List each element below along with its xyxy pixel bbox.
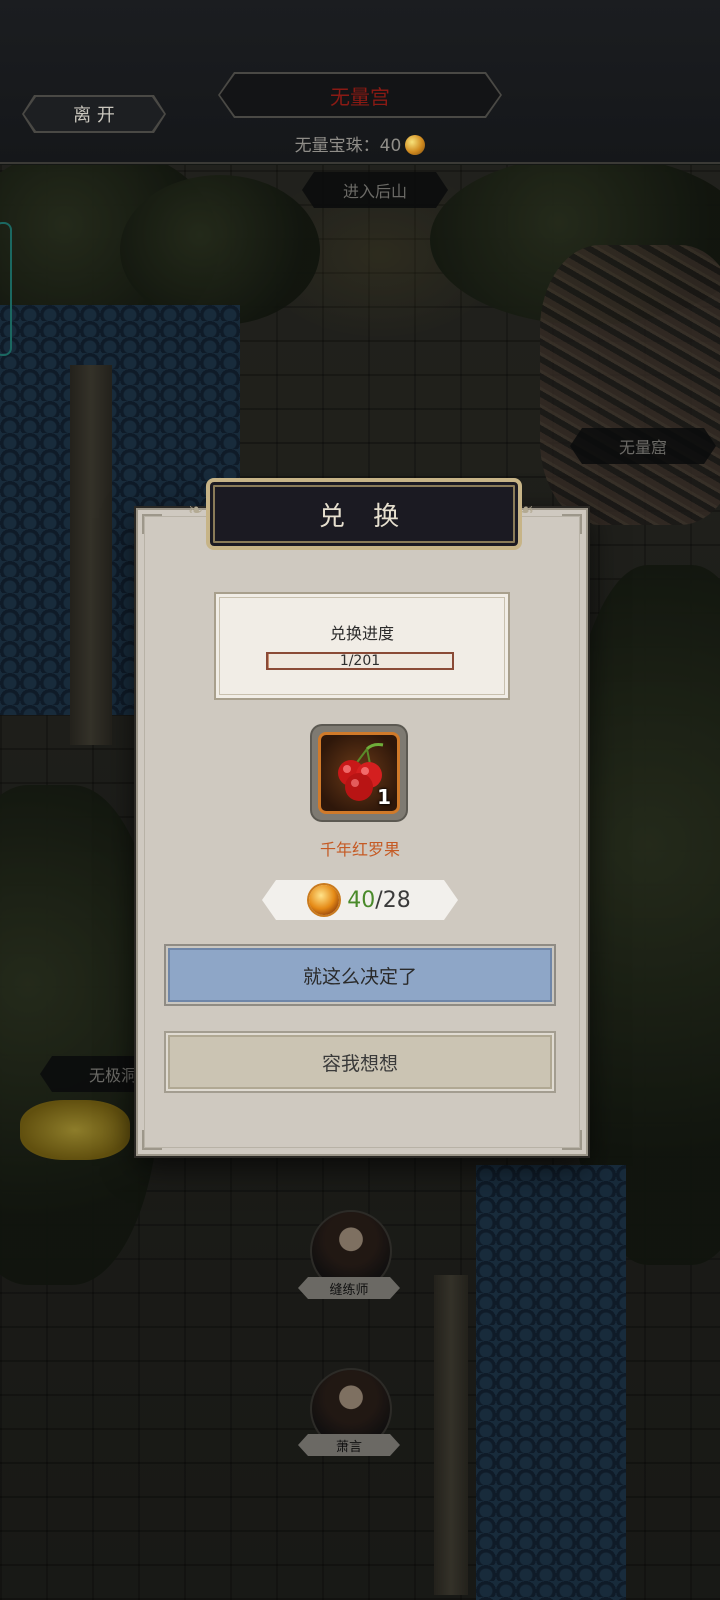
cancel-button[interactable]: 容我想想 <box>166 1033 554 1091</box>
dialog-title: 兑 换 <box>206 478 522 550</box>
progress-text: 1/201 <box>339 653 381 669</box>
item-frame: 1 <box>318 732 400 814</box>
item-name: 千年红罗果 <box>319 840 400 859</box>
leave-button[interactable]: 离 开 <box>24 97 164 131</box>
gold-orb-icon <box>405 135 426 155</box>
cost-owned: 40 <box>347 887 376 913</box>
cancel-button-label: 容我想想 <box>321 1052 398 1075</box>
cost-required: /28 <box>375 887 411 913</box>
currency-value: 40 <box>379 136 402 156</box>
confirm-button[interactable]: 就这么决定了 <box>166 946 554 1004</box>
reward-item-slot[interactable]: 1 <box>312 726 406 820</box>
exchange-cost: 40/28 <box>262 880 458 920</box>
currency-label: 无量宝珠： <box>294 136 380 156</box>
leave-button-label: 离 开 <box>73 105 115 126</box>
item-count: 1 <box>377 785 391 809</box>
dialog-title-text: 兑 换 <box>318 501 410 532</box>
corner-ornament <box>562 1130 582 1150</box>
location-title-plate: 无量宫 <box>218 72 502 118</box>
corner-ornament <box>142 514 162 534</box>
progress-bar: 1/201 <box>266 652 454 670</box>
location-title: 无量宫 <box>330 84 390 109</box>
gold-orb-icon <box>309 885 339 915</box>
corner-ornament <box>562 514 582 534</box>
corner-ornament <box>142 1130 162 1150</box>
exchange-progress-panel: 兑换进度 1/201 <box>214 592 510 700</box>
currency-display: 无量宝珠：40 <box>0 131 720 156</box>
progress-title: 兑换进度 <box>329 624 394 643</box>
confirm-button-label: 就这么决定了 <box>302 965 417 988</box>
